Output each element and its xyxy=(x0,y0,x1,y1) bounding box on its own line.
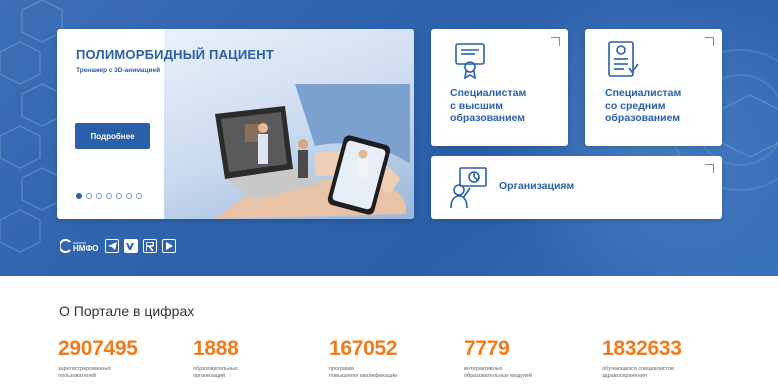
card-label: Организациям xyxy=(499,180,575,192)
stat-value: 1832633 xyxy=(602,337,682,360)
social-links: портал НМФО xyxy=(60,238,176,254)
stat-item: 7779 интерактивных образовательных модул… xyxy=(464,338,532,379)
slider-dot[interactable] xyxy=(96,193,102,199)
stat-value: 1888 xyxy=(193,337,239,360)
stat-desc: обучающихся специалистов здравоохранения xyxy=(602,366,674,379)
slider-dot[interactable] xyxy=(76,193,82,199)
stat-item: 1832633 обучающихся специалистов здравоо… xyxy=(602,338,682,379)
laptop-phone-hand-illustration xyxy=(215,84,410,219)
slider-subtitle: Тренажер с 3D-анимацией xyxy=(76,67,161,74)
stats-title: О Портале в цифрах xyxy=(59,303,195,319)
stat-item: 167052 программ повышения квалификации xyxy=(329,337,398,379)
stat-value: 7779 xyxy=(464,337,510,360)
nmfo-logo[interactable]: портал НМФО xyxy=(60,238,100,254)
card-organizations[interactable]: Организациям xyxy=(431,156,722,219)
stat-value: 2907495 xyxy=(58,337,138,360)
card-label-line: со средним xyxy=(605,99,666,112)
stat-desc: зарегистрированных пользователей xyxy=(58,366,111,379)
stat-item: 1888 образовательных организаций xyxy=(193,338,239,379)
more-button[interactable]: Подробнее xyxy=(75,123,150,149)
telegram-icon[interactable] xyxy=(105,239,119,253)
youtube-icon[interactable] xyxy=(162,239,176,253)
diploma-icon xyxy=(455,43,485,79)
promo-slider[interactable]: ПОЛИМОРБИДНЫЙ ПАЦИЕНТ Тренажер с 3D-аним… xyxy=(57,29,414,219)
slider-dot[interactable] xyxy=(126,193,132,199)
rutube-icon[interactable] xyxy=(143,239,157,253)
card-secondary-education[interactable]: Специалистам со средним образованием xyxy=(585,29,722,146)
stat-item: 2907495 зарегистрированных пользователей xyxy=(58,338,138,379)
card-higher-education[interactable]: Специалистам с высшим образованием xyxy=(431,29,568,146)
corner-arrow-icon xyxy=(551,37,560,46)
document-list-icon xyxy=(608,41,639,77)
stat-value: 167052 xyxy=(329,337,398,360)
presenter-icon xyxy=(450,167,487,209)
slider-dots xyxy=(76,193,142,199)
stat-desc: интерактивных образовательных модулей xyxy=(464,366,533,379)
slider-title: ПОЛИМОРБИДНЫЙ ПАЦИЕНТ xyxy=(76,47,275,62)
hero-banner: ПОЛИМОРБИДНЫЙ ПАЦИЕНТ Тренажер с 3D-аним… xyxy=(0,0,778,276)
card-label-line: образованием xyxy=(605,112,681,124)
card-label-line: образованием xyxy=(450,112,526,124)
stat-desc: образовательных организаций xyxy=(193,366,238,379)
card-label-line: с высшим xyxy=(450,99,503,112)
stat-desc: программ повышения квалификации xyxy=(329,366,398,379)
vk-icon[interactable] xyxy=(124,239,138,253)
card-label-line: Специалистам xyxy=(450,87,527,99)
corner-arrow-icon xyxy=(705,37,714,46)
slider-dot[interactable] xyxy=(106,193,112,199)
slider-dot[interactable] xyxy=(136,193,142,199)
nmfo-logo-text: НМФО xyxy=(73,244,99,253)
slider-dot[interactable] xyxy=(86,193,92,199)
corner-arrow-icon xyxy=(705,164,714,173)
nmfo-ring-icon xyxy=(60,239,71,253)
card-label: Специалистам с высшим образованием xyxy=(450,87,526,125)
card-label: Специалистам со средним образованием xyxy=(605,87,681,125)
card-label-line: Специалистам xyxy=(605,87,682,99)
slider-dot[interactable] xyxy=(116,193,122,199)
